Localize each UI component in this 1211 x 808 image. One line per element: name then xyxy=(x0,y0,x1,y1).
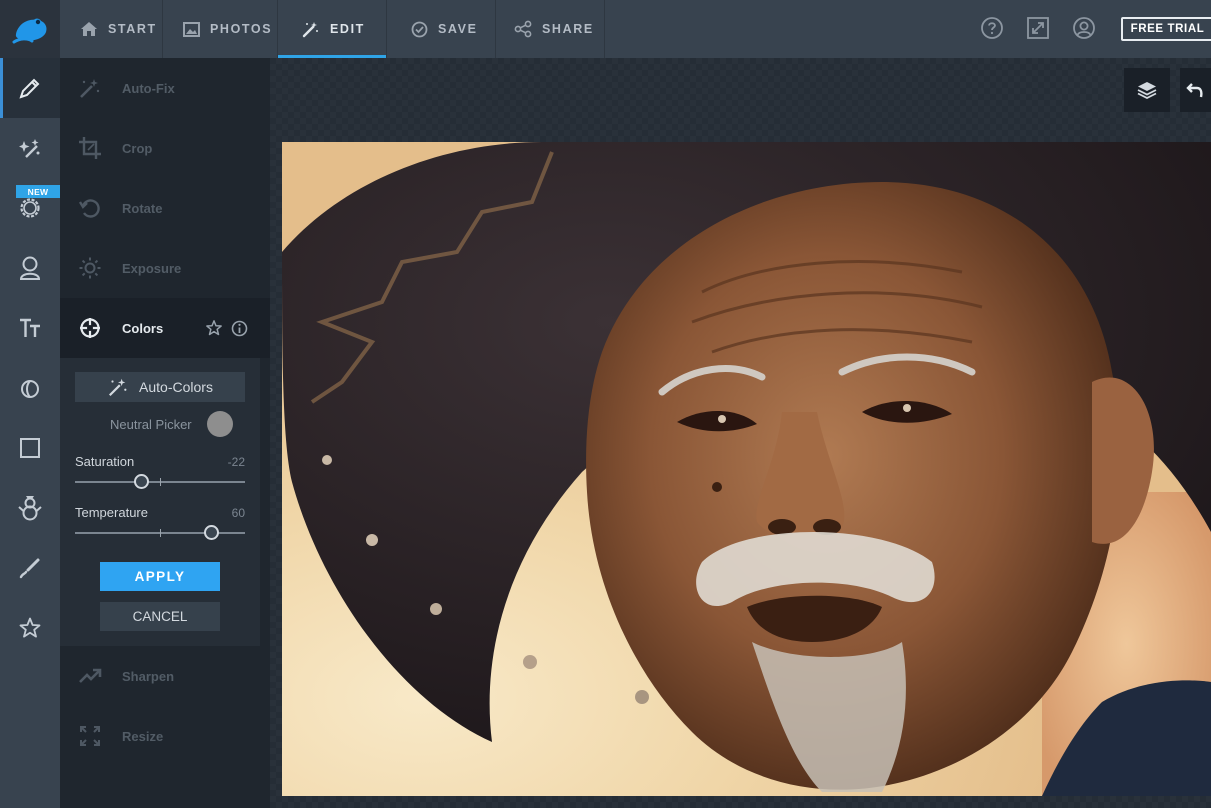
rail-item-touch-up[interactable] xyxy=(0,538,60,598)
auto-colors-label: Auto-Colors xyxy=(139,379,213,395)
panel-item-rotate[interactable]: Rotate xyxy=(60,178,270,238)
tab-label: SAVE xyxy=(438,22,478,36)
undo-button[interactable] xyxy=(1180,68,1211,112)
frog-logo-icon xyxy=(12,18,47,44)
effects-icon xyxy=(19,139,40,158)
magic-wand-icon xyxy=(302,22,318,38)
edit-panel: Auto-Fix Crop Rotate Exposure Colors Aut… xyxy=(60,58,270,808)
rail-item-stickers[interactable] xyxy=(0,478,60,538)
magic-wand-icon xyxy=(80,79,100,98)
gear-icon xyxy=(20,198,40,218)
temperature-slider-handle[interactable] xyxy=(203,525,219,540)
temperature-slider[interactable] xyxy=(75,525,245,540)
panel-item-label: Crop xyxy=(122,140,153,156)
fullscreen-button[interactable] xyxy=(1025,15,1051,41)
help-button[interactable] xyxy=(979,15,1005,41)
panel-item-label: Exposure xyxy=(122,260,182,276)
layers-icon xyxy=(1137,82,1157,100)
panel-item-label: Rotate xyxy=(122,200,163,216)
favorite-button[interactable] xyxy=(205,319,223,337)
temperature-value: 60 xyxy=(231,506,245,520)
rail-item-text[interactable] xyxy=(0,298,60,358)
logo[interactable] xyxy=(0,0,60,58)
rail-item-effects[interactable] xyxy=(0,118,60,178)
text-icon xyxy=(20,318,40,337)
help-icon xyxy=(981,17,1003,39)
panel-item-label: Resize xyxy=(122,728,164,744)
info-button[interactable] xyxy=(230,319,248,337)
rail-item-favorites[interactable] xyxy=(0,598,60,658)
tab-photos[interactable]: PHOTOS xyxy=(163,0,278,58)
temperature-label: Temperature xyxy=(75,505,148,520)
pencil-icon xyxy=(19,78,40,99)
tab-save[interactable]: SAVE xyxy=(387,0,496,58)
brush-icon xyxy=(19,558,40,579)
account-button[interactable] xyxy=(1071,15,1097,41)
fullscreen-icon xyxy=(1027,17,1049,39)
tab-label: EDIT xyxy=(330,22,365,36)
sharpen-icon xyxy=(79,668,102,683)
panel-item-auto-fix[interactable]: Auto-Fix xyxy=(60,58,270,118)
apply-button[interactable]: APPLY xyxy=(100,562,220,591)
photo-portrait[interactable] xyxy=(282,142,1211,796)
crop-icon xyxy=(79,137,101,159)
overlay-icon xyxy=(21,380,39,398)
panel-item-resize[interactable]: Resize xyxy=(60,706,270,766)
photo-editor-app: START PHOTOS EDIT SAVE SHARE FREE TRIAL xyxy=(0,0,1211,808)
panel-item-label: Auto-Fix xyxy=(122,80,175,96)
saturation-slider[interactable] xyxy=(75,474,245,489)
home-icon xyxy=(81,22,97,36)
panel-item-label: Sharpen xyxy=(122,668,175,684)
colors-icon xyxy=(80,318,100,338)
account-icon xyxy=(1073,17,1095,39)
tool-rail: NEW xyxy=(0,58,60,808)
cancel-button[interactable]: CANCEL xyxy=(100,602,220,631)
panel-item-sharpen[interactable]: Sharpen xyxy=(60,646,270,706)
saturation-slider-handle[interactable] xyxy=(133,474,149,489)
portrait-photo xyxy=(282,142,1211,796)
magic-wand-icon xyxy=(109,378,127,397)
portrait-icon xyxy=(19,256,41,280)
rail-item-portrait[interactable] xyxy=(0,238,60,298)
photos-icon xyxy=(183,21,200,37)
undo-icon xyxy=(1185,83,1203,98)
saturation-value: -22 xyxy=(227,455,245,469)
sticker-icon xyxy=(18,496,42,521)
star-icon xyxy=(19,617,41,638)
check-circle-icon xyxy=(411,21,428,37)
top-bar: START PHOTOS EDIT SAVE SHARE FREE TRIAL xyxy=(0,0,1211,58)
resize-icon xyxy=(80,726,100,746)
free-trial-button[interactable]: FREE TRIAL xyxy=(1121,17,1211,41)
layers-button[interactable] xyxy=(1124,68,1170,112)
star-icon xyxy=(206,320,222,336)
tab-start[interactable]: START xyxy=(60,0,163,58)
saturation-label: Saturation xyxy=(75,454,135,469)
rail-item-overlays[interactable] xyxy=(0,358,60,418)
tab-share[interactable]: SHARE xyxy=(496,0,605,58)
panel-item-exposure[interactable]: Exposure xyxy=(60,238,270,298)
frame-icon xyxy=(20,438,40,458)
share-icon xyxy=(514,20,532,38)
panel-item-crop[interactable]: Crop xyxy=(60,118,270,178)
tab-label: PHOTOS xyxy=(210,22,273,36)
panel-item-label: Colors xyxy=(122,320,164,336)
rail-item-edit[interactable] xyxy=(0,58,60,118)
neutral-picker-swatch[interactable] xyxy=(207,411,233,437)
rail-item-advanced[interactable] xyxy=(0,178,60,238)
panel-item-colors[interactable]: Colors xyxy=(60,298,270,358)
tab-label: START xyxy=(108,22,157,36)
tab-label: SHARE xyxy=(542,22,594,36)
colors-options: Auto-Colors Neutral Picker Saturation -2… xyxy=(60,358,260,646)
rotate-icon xyxy=(78,199,100,218)
image-canvas[interactable] xyxy=(270,58,1211,808)
tab-edit[interactable]: EDIT xyxy=(278,0,387,58)
auto-colors-button[interactable]: Auto-Colors xyxy=(75,372,245,402)
sun-icon xyxy=(79,257,101,279)
info-icon xyxy=(231,320,247,336)
rail-item-frames[interactable] xyxy=(0,418,60,478)
neutral-picker-label: Neutral Picker xyxy=(110,417,192,432)
